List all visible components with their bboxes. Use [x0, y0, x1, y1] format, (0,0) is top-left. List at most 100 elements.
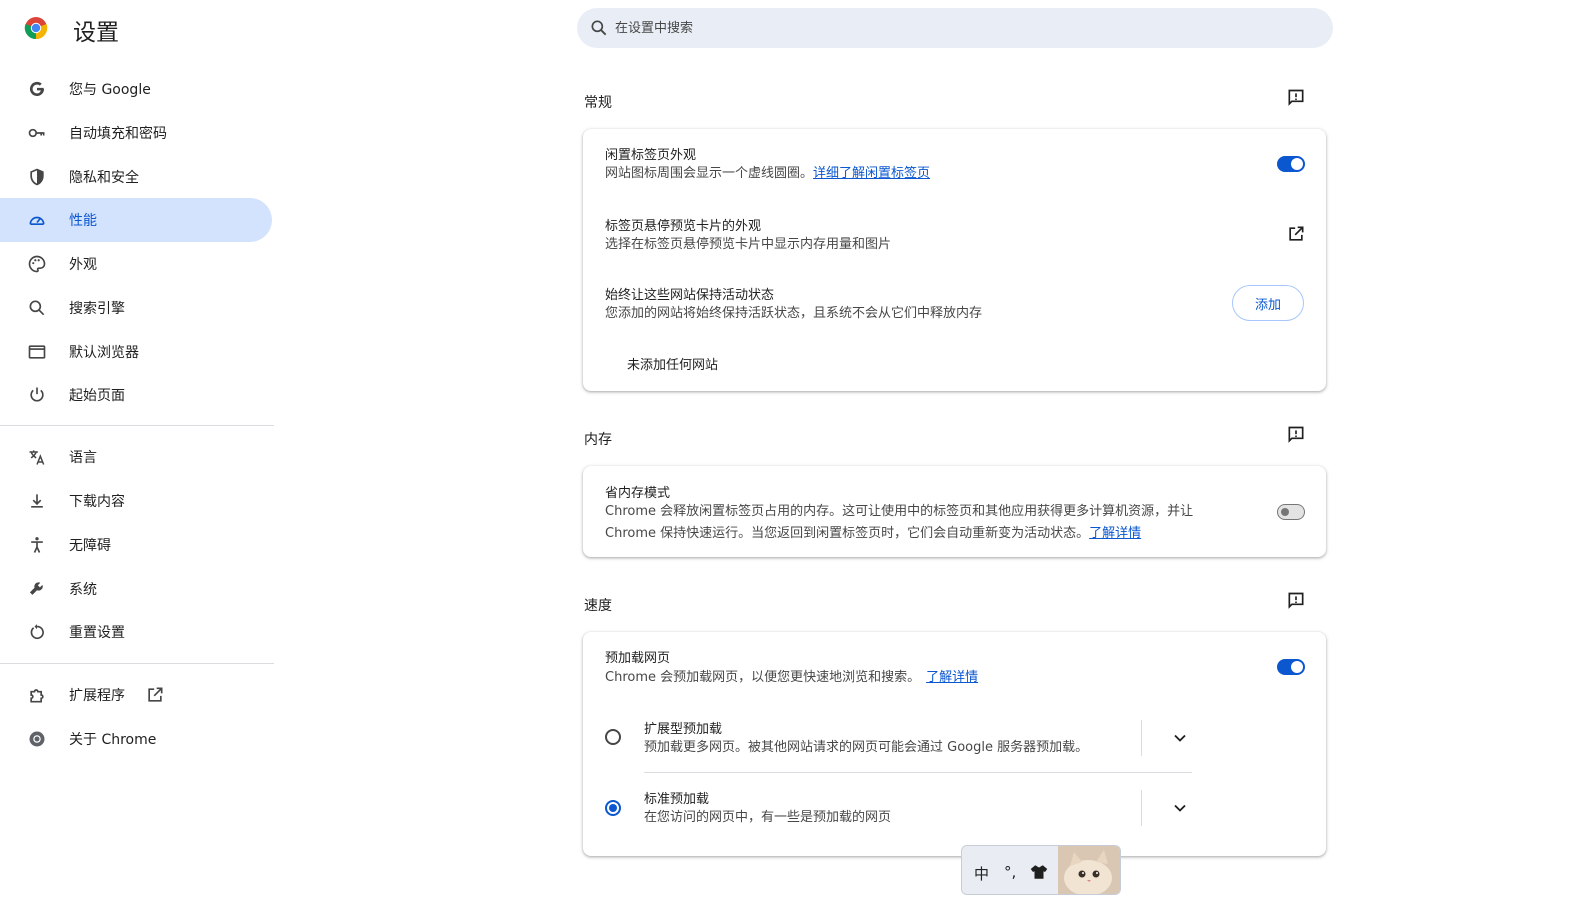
sidebar-item-default-browser[interactable]: 默认浏览器: [0, 330, 272, 374]
general-settings-card: 闲置标签页外观 网站图标周围会显示一个虚线圆圈。详细了解闲置标签页 标签页悬停预…: [583, 129, 1326, 391]
sidebar-item-reset[interactable]: 重置设置: [0, 610, 272, 654]
divider: [644, 772, 1192, 773]
sidebar-item-label: 您与 Google: [69, 82, 151, 98]
memory-saver-toggle[interactable]: [1277, 504, 1305, 520]
open-in-new-icon: [148, 687, 163, 702]
memory-saver-desc-text: Chrome 保持快速运行。当您返回到闲置标签页时，它们会自动重新变为活动状态。: [605, 526, 1090, 541]
sidebar-item-label: 无障碍: [69, 538, 111, 554]
sidebar-item-label: 隐私和安全: [69, 170, 139, 186]
sidebar-item-languages[interactable]: 语言: [0, 435, 272, 479]
standard-preload-radio[interactable]: [605, 800, 621, 816]
key-icon: [26, 122, 48, 144]
inactive-tab-appearance-title: 闲置标签页外观: [605, 148, 697, 163]
extended-preload-radio[interactable]: [605, 729, 621, 745]
accessibility-icon: [26, 534, 48, 556]
extended-preload-desc: 预加载更多网页。被其他网站请求的网页可能会通过 Google 服务器预加载。: [644, 740, 1089, 755]
preload-pages-title: 预加载网页: [605, 651, 671, 666]
sidebar-item-label: 性能: [69, 213, 97, 229]
no-sites-added-text: 未添加任何网站: [627, 358, 719, 373]
sidebar-item-label: 扩展程序: [69, 688, 125, 704]
chrome-logo-icon: [24, 17, 48, 40]
sidebar-item-accessibility[interactable]: 无障碍: [0, 523, 272, 567]
google-g-icon: [26, 78, 48, 100]
sidebar-item-label: 搜索引擎: [69, 301, 125, 317]
hover-card-title: 标签页悬停预览卡片的外观: [605, 219, 762, 234]
sidebar-item-label: 系统: [69, 582, 97, 598]
open-in-new-icon[interactable]: [1286, 224, 1306, 244]
sidebar-item-system[interactable]: 系统: [0, 567, 272, 611]
page-title: 设置: [73, 20, 119, 46]
inactive-tab-desc-text: 网站图标周围会显示一个虚线圆圈。: [605, 166, 814, 181]
sidebar-item-label: 下载内容: [69, 494, 125, 510]
download-icon: [26, 490, 48, 512]
preload-learn-more-link[interactable]: 了解详情: [926, 670, 978, 685]
sidebar-item-on-startup[interactable]: 起始页面: [0, 373, 272, 417]
chevron-down-icon[interactable]: [1170, 798, 1190, 818]
sidebar-item-downloads[interactable]: 下载内容: [0, 479, 272, 523]
sidebar-item-label: 自动填充和密码: [69, 126, 167, 142]
ime-punctuation-label[interactable]: °,: [1004, 863, 1016, 881]
wrench-icon: [26, 578, 48, 600]
section-title-speed: 速度: [584, 598, 612, 614]
cat-skin-image: [1058, 846, 1120, 894]
settings-search-bar[interactable]: [577, 8, 1333, 48]
ime-toolbar[interactable]: 中 °,: [961, 845, 1121, 895]
preload-desc-text: Chrome 会预加载网页，以便您更快速地浏览和搜索。: [605, 670, 921, 685]
feedback-icon[interactable]: [1286, 591, 1306, 611]
inactive-tab-appearance-toggle[interactable]: [1277, 156, 1305, 172]
search-icon: [591, 20, 607, 36]
reset-icon: [26, 621, 48, 643]
browser-window-icon: [26, 341, 48, 363]
learn-more-inactive-tabs-link[interactable]: 详细了解闲置标签页: [813, 166, 930, 181]
sidebar-item-search-engine[interactable]: 搜索引擎: [0, 286, 272, 330]
standard-preload-title: 标准预加载: [644, 792, 710, 807]
sidebar-item-label: 外观: [69, 257, 97, 273]
memory-settings-card: 省内存模式 Chrome 会释放闲置标签页占用的内存。这可让使用中的标签页和其他…: [583, 466, 1326, 557]
extended-preload-title: 扩展型预加载: [644, 722, 723, 737]
power-icon: [26, 384, 48, 406]
translate-icon: [26, 446, 48, 468]
feedback-icon[interactable]: [1286, 88, 1306, 108]
divider: [1141, 720, 1142, 756]
standard-preload-desc: 在您访问的网页中，有一些是预加载的网页: [644, 810, 892, 825]
memory-saver-learn-more-link[interactable]: 了解详情: [1089, 526, 1141, 541]
chevron-down-icon[interactable]: [1170, 728, 1190, 748]
search-icon: [26, 297, 48, 319]
add-site-button[interactable]: 添加: [1232, 285, 1304, 321]
search-input[interactable]: [613, 19, 1297, 37]
sidebar-item-label: 默认浏览器: [69, 345, 139, 361]
speedometer-icon: [26, 209, 48, 231]
section-title-general: 常规: [584, 95, 612, 111]
speed-settings-card: 预加载网页 Chrome 会预加载网页，以便您更快速地浏览和搜索。 了解详情 扩展…: [583, 632, 1326, 856]
sidebar-item-performance[interactable]: 性能: [0, 198, 272, 242]
shield-icon: [26, 166, 48, 188]
sidebar-item-about-chrome[interactable]: 关于 Chrome: [0, 717, 272, 761]
memory-saver-desc-line1: Chrome 会释放闲置标签页占用的内存。这可让使用中的标签页和其他应用获得更多…: [605, 504, 1194, 519]
palette-icon: [26, 253, 48, 275]
section-title-memory: 内存: [584, 432, 612, 448]
sidebar-item-you-and-google[interactable]: 您与 Google: [0, 67, 272, 111]
always-active-sites-title: 始终让这些网站保持活动状态: [605, 288, 775, 303]
sidebar-item-appearance[interactable]: 外观: [0, 242, 272, 286]
always-active-sites-desc: 您添加的网站将始终保持活跃状态，且系统不会从它们中释放内存: [605, 306, 983, 321]
chrome-icon: [26, 728, 48, 750]
sidebar-item-label: 关于 Chrome: [69, 732, 157, 748]
sidebar-item-label: 语言: [69, 450, 97, 466]
sidebar-item-autofill[interactable]: 自动填充和密码: [0, 111, 272, 155]
sidebar-item-privacy[interactable]: 隐私和安全: [0, 155, 272, 199]
shirt-icon[interactable]: [1030, 864, 1048, 880]
feedback-icon[interactable]: [1286, 425, 1306, 445]
sidebar-item-label: 起始页面: [69, 388, 125, 404]
sidebar-item-label: 重置设置: [69, 625, 125, 641]
preload-pages-desc: Chrome 会预加载网页，以便您更快速地浏览和搜索。 了解详情: [605, 667, 978, 689]
memory-saver-desc-line2: Chrome 保持快速运行。当您返回到闲置标签页时，它们会自动重新变为活动状态。…: [605, 523, 1141, 545]
ime-mode-label[interactable]: 中: [974, 863, 989, 884]
preload-pages-toggle[interactable]: [1277, 659, 1305, 675]
inactive-tab-appearance-desc: 网站图标周围会显示一个虚线圆圈。详细了解闲置标签页: [605, 163, 930, 185]
divider: [1141, 790, 1142, 826]
hover-card-desc: 选择在标签页悬停预览卡片中显示内存用量和图片: [605, 237, 892, 252]
sidebar-divider: [0, 425, 274, 426]
puzzle-icon: [26, 684, 48, 706]
memory-saver-title: 省内存模式: [605, 486, 671, 501]
sidebar-item-extensions[interactable]: 扩展程序: [0, 673, 272, 717]
